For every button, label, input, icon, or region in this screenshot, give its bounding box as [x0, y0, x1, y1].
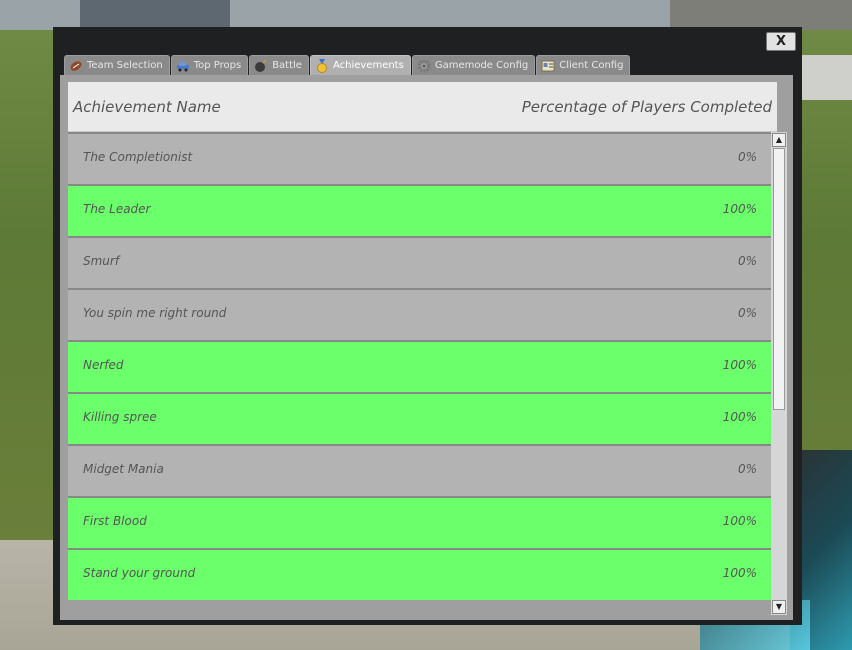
table-row[interactable]: Smurf 0%: [68, 236, 771, 288]
tab-gamemode-config[interactable]: Gamemode Config: [411, 55, 536, 75]
achievement-percent: 100%: [722, 202, 757, 216]
table-row[interactable]: You spin me right round 0%: [68, 288, 771, 340]
achievement-name: Killing spree: [83, 410, 157, 424]
achievement-name: You spin me right round: [83, 306, 227, 320]
tab-label: Client Config: [559, 60, 624, 71]
achievement-name: The Leader: [83, 202, 151, 216]
table-header: Achievement Name Percentage of Players C…: [68, 82, 777, 132]
achievement-name: Stand your ground: [83, 566, 196, 580]
bomb-icon: [254, 58, 268, 73]
tab-team-selection[interactable]: Team Selection: [64, 55, 170, 75]
close-button[interactable]: X: [766, 32, 796, 51]
column-header-percentage[interactable]: Percentage of Players Completed: [522, 98, 772, 116]
table-row[interactable]: Killing spree 100%: [68, 392, 771, 444]
table-row[interactable]: The Leader 100%: [68, 184, 771, 236]
achievement-list: The Completionist 0% The Leader 100% Smu…: [68, 132, 771, 620]
achievement-name: Smurf: [83, 254, 120, 268]
achievement-percent: 100%: [722, 514, 757, 528]
tab-label: Achievements: [332, 60, 404, 71]
vertical-scrollbar[interactable]: ▲ ▼: [771, 132, 787, 615]
achievement-percent: 0%: [737, 150, 757, 164]
achievement-percent: 100%: [722, 566, 757, 580]
table-row[interactable]: Midget Mania 0%: [68, 444, 771, 496]
car-icon: [176, 59, 190, 73]
column-header-name[interactable]: Achievement Name: [73, 98, 221, 116]
achievement-percent: 0%: [737, 306, 757, 320]
table-row[interactable]: First Blood 100%: [68, 496, 771, 548]
gear-icon: [417, 59, 431, 73]
tab-top-props[interactable]: Top Props: [170, 55, 249, 75]
building-right: [670, 0, 852, 30]
football-icon: [69, 59, 83, 73]
pavement: [800, 55, 852, 100]
achievement-percent: 0%: [737, 254, 757, 268]
id-card-icon: [541, 59, 555, 73]
table-row[interactable]: Nerfed 100%: [68, 340, 771, 392]
achievements-panel: Achievement Name Percentage of Players C…: [60, 75, 793, 620]
achievements-window: X Team Selection Top Props Battle Achiev…: [53, 27, 802, 625]
tab-label: Battle: [272, 60, 302, 71]
achievement-name: Midget Mania: [83, 462, 164, 476]
tab-client-config[interactable]: Client Config: [536, 55, 631, 75]
achievement-percent: 0%: [737, 462, 757, 476]
table-row[interactable]: The Completionist 0%: [68, 132, 771, 184]
tab-label: Gamemode Config: [434, 60, 529, 71]
scrollbar-thumb[interactable]: [773, 148, 785, 410]
tab-achievements[interactable]: Achievements: [309, 55, 411, 75]
scroll-down-arrow-icon[interactable]: ▼: [772, 600, 786, 614]
table-row[interactable]: Stand your ground 100%: [68, 548, 771, 600]
achievement-percent: 100%: [722, 358, 757, 372]
scroll-up-arrow-icon[interactable]: ▲: [772, 133, 786, 147]
achievement-name: Nerfed: [83, 358, 124, 372]
achievement-percent: 100%: [722, 410, 757, 424]
tab-label: Team Selection: [87, 60, 163, 71]
achievement-name: The Completionist: [83, 150, 193, 164]
achievement-name: First Blood: [83, 514, 147, 528]
medal-icon: [315, 58, 329, 73]
tab-battle[interactable]: Battle: [249, 55, 309, 75]
building-left: [80, 0, 230, 30]
tab-bar: Team Selection Top Props Battle Achievem…: [64, 55, 631, 75]
tab-label: Top Props: [193, 60, 242, 71]
